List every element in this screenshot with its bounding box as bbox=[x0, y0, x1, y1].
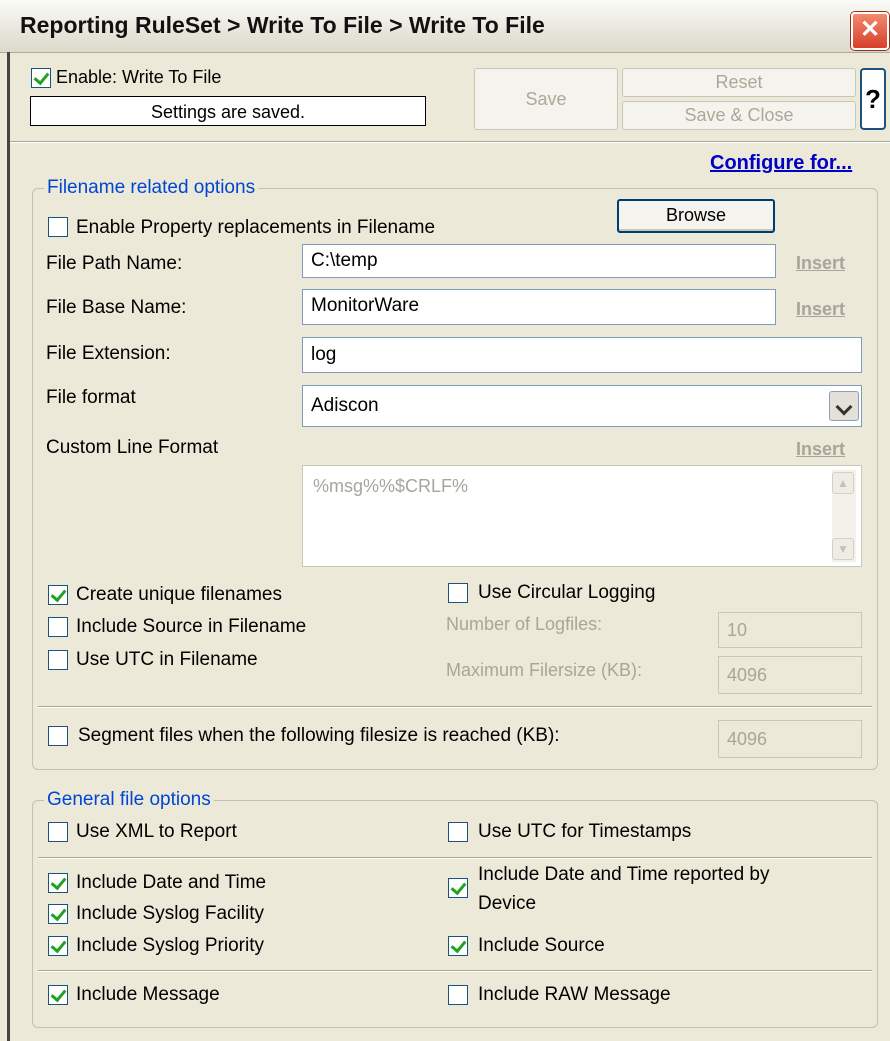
use-xml-label: Use XML to Report bbox=[76, 821, 237, 842]
number-of-logfiles-input: 10 bbox=[718, 612, 862, 648]
reset-button[interactable]: Reset bbox=[622, 68, 856, 97]
enable-write-to-file-label: Enable: Write To File bbox=[56, 67, 222, 87]
custom-line-format-insert-link: Insert bbox=[796, 439, 846, 459]
filename-options-separator bbox=[38, 706, 872, 707]
scroll-down-icon: ▼ bbox=[832, 538, 854, 560]
enable-property-replacements-label: Enable Property replacements in Filename bbox=[76, 217, 436, 238]
include-facility-checkbox[interactable] bbox=[48, 904, 68, 924]
help-button[interactable]: ? bbox=[860, 68, 886, 130]
save-close-button[interactable]: Save & Close bbox=[622, 101, 856, 130]
close-icon[interactable]: ✕ bbox=[851, 12, 889, 50]
include-message-checkbox[interactable] bbox=[48, 985, 68, 1005]
use-xml-checkbox[interactable] bbox=[48, 822, 68, 842]
include-source-label: Include Source bbox=[478, 935, 605, 956]
include-source-checkbox[interactable] bbox=[448, 936, 468, 956]
use-utc-in-filename-label: Use UTC in Filename bbox=[76, 649, 258, 670]
include-device-time-checkbox[interactable] bbox=[448, 878, 468, 898]
segment-files-label: Segment files when the following filesiz… bbox=[78, 725, 560, 746]
window-title: Reporting RuleSet > Write To File > Writ… bbox=[20, 12, 545, 38]
scroll-up-icon: ▲ bbox=[832, 472, 854, 494]
configure-for-link[interactable]: Configure for... bbox=[710, 152, 852, 175]
include-facility-label: Include Syslog Facility bbox=[76, 903, 264, 924]
include-device-time-label-line1: Include Date and Time reported by bbox=[478, 864, 770, 885]
segment-files-checkbox[interactable] bbox=[48, 726, 68, 746]
file-path-insert-link[interactable]: Insert bbox=[796, 253, 845, 274]
enable-write-to-file-checkbox[interactable] bbox=[31, 68, 51, 88]
number-of-logfiles-label: Number of Logfiles: bbox=[446, 614, 603, 634]
max-filesize-label: Maximum Filersize (KB): bbox=[446, 660, 643, 680]
custom-line-format-label: Custom Line Format bbox=[46, 437, 219, 458]
general-options-separator-2 bbox=[38, 970, 872, 971]
use-circular-logging-checkbox[interactable] bbox=[448, 583, 468, 603]
custom-line-format-value: %msg%%$CRLF% bbox=[313, 476, 469, 496]
segment-filesize-input: 4096 bbox=[718, 720, 862, 758]
use-circular-logging-label: Use Circular Logging bbox=[478, 582, 656, 603]
custom-line-format-textarea: %msg%%$CRLF% bbox=[302, 465, 862, 567]
file-extension-label: File Extension: bbox=[46, 343, 171, 364]
include-message-label: Include Message bbox=[76, 984, 220, 1005]
file-extension-input[interactable]: log bbox=[302, 337, 862, 373]
browse-button[interactable]: Browse bbox=[617, 199, 775, 233]
save-button[interactable]: Save bbox=[474, 68, 618, 130]
chevron-down-icon[interactable] bbox=[829, 391, 859, 421]
general-options-separator-1 bbox=[38, 857, 872, 858]
include-raw-message-checkbox[interactable] bbox=[448, 985, 468, 1005]
file-format-label: File format bbox=[46, 387, 136, 408]
filename-options-label: Filename related options bbox=[44, 177, 259, 199]
use-utc-in-filename-checkbox[interactable] bbox=[48, 650, 68, 670]
use-utc-timestamps-checkbox[interactable] bbox=[448, 822, 468, 842]
file-base-label: File Base Name: bbox=[46, 297, 187, 318]
include-raw-message-label: Include RAW Message bbox=[478, 984, 671, 1005]
include-source-in-filename-label: Include Source in Filename bbox=[76, 616, 307, 637]
create-unique-filenames-label: Create unique filenames bbox=[76, 584, 282, 605]
file-format-select[interactable]: Adiscon bbox=[302, 385, 862, 427]
create-unique-filenames-checkbox[interactable] bbox=[48, 585, 68, 605]
file-path-label: File Path Name: bbox=[46, 253, 183, 274]
enable-property-replacements-checkbox[interactable] bbox=[48, 217, 68, 237]
max-filesize-input: 4096 bbox=[718, 656, 862, 694]
include-source-in-filename-checkbox[interactable] bbox=[48, 617, 68, 637]
window-border bbox=[7, 52, 10, 1041]
include-device-time-label-line2: Device bbox=[478, 893, 537, 914]
file-base-insert-link[interactable]: Insert bbox=[796, 299, 845, 320]
file-format-value: Adiscon bbox=[311, 395, 379, 416]
use-utc-timestamps-label: Use UTC for Timestamps bbox=[478, 821, 692, 842]
title-bar: Reporting RuleSet > Write To File > Writ… bbox=[0, 0, 890, 53]
general-options-label: General file options bbox=[44, 789, 214, 811]
textarea-scrollbar: ▲ ▼ bbox=[832, 470, 856, 562]
include-date-time-checkbox[interactable] bbox=[48, 873, 68, 893]
file-base-input[interactable]: MonitorWare bbox=[302, 289, 776, 325]
file-path-input[interactable]: C:\temp bbox=[302, 244, 776, 278]
include-date-time-label: Include Date and Time bbox=[76, 872, 267, 893]
status-text: Settings are saved. bbox=[30, 96, 426, 126]
include-priority-label: Include Syslog Priority bbox=[76, 935, 264, 956]
include-priority-checkbox[interactable] bbox=[48, 936, 68, 956]
header-separator bbox=[10, 141, 890, 142]
